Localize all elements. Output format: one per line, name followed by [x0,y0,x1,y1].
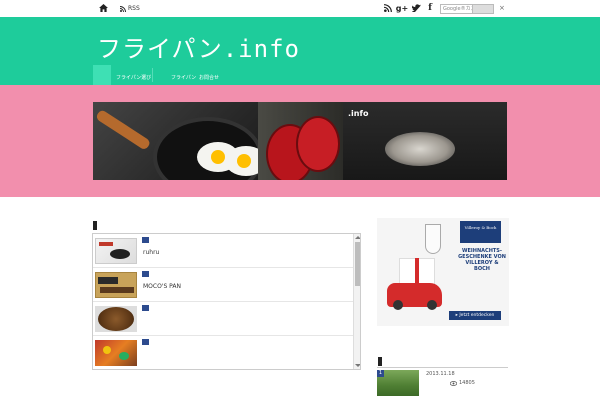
article-title[interactable]: MOCO'S PAN [143,283,181,290]
category-badge [142,237,149,243]
ranking-views: 14805 [450,380,475,386]
top-bar: RSS g+ f Google®カスタ × [0,0,600,17]
list-item[interactable] [93,336,353,369]
nav-item-3[interactable]: お問合せ [199,74,219,82]
search-button[interactable] [472,4,494,14]
car-wheel [393,300,403,310]
list-item[interactable]: MOCO'S PAN [93,268,353,302]
eye-icon [450,380,457,386]
section-marker [93,221,97,230]
rss-icon [120,5,126,12]
advertisement[interactable]: Villeroy & Boch WEIHNACHTS-GESCHENKE VON… [377,218,509,326]
ranking-date: 2013.11.18 [426,371,455,377]
site-header: フライパン.info フライパン選び フライパン お問合せ [0,17,600,85]
twitter-icon[interactable] [411,3,421,13]
category-badge [142,339,149,345]
home-icon[interactable] [99,4,108,12]
ad-cta-button[interactable]: ▸ Jetzt entdecken [449,311,501,320]
rss-feed-icon[interactable] [383,3,393,13]
red-pans-photo [258,102,343,180]
frying-pan-photo [93,102,267,180]
article-thumbnail[interactable] [95,272,137,298]
car-wheel [427,300,437,310]
wine-glass-image [425,224,441,254]
facebook-icon[interactable]: f [425,3,435,13]
scroll-up-icon[interactable] [355,236,360,239]
scroll-down-icon[interactable] [355,364,360,367]
rank-number: 1 [377,370,384,377]
views-count: 14805 [459,380,475,386]
close-icon[interactable]: × [499,4,505,12]
ad-brand-logo: Villeroy & Boch [460,221,501,243]
scrollbar-thumb[interactable] [355,242,360,286]
rss-label: RSS [128,5,140,12]
scrollbar[interactable] [353,234,360,369]
article-title[interactable]: ruhru [143,249,159,256]
article-thumbnail[interactable] [95,306,137,332]
list-item[interactable]: ruhru [93,234,353,268]
rss-link[interactable]: RSS [120,4,140,13]
category-badge [142,305,149,311]
ad-headline: WEIHNACHTS-GESCHENKE VON VILLEROY & BOCH [458,248,506,272]
category-badge [142,271,149,277]
site-title[interactable]: フライパン.info [97,29,300,64]
google-plus-icon[interactable]: g+ [396,3,408,13]
nav-item-2[interactable]: フライパン [171,74,196,82]
gift-ribbon [415,258,419,286]
article-list[interactable]: ruhru MOCO'S PAN [92,233,361,370]
article-thumbnail[interactable] [95,238,137,264]
hero-banner[interactable]: .info [93,102,507,180]
list-item[interactable] [93,302,353,336]
nav-home-tab[interactable] [93,65,111,85]
article-thumbnail[interactable] [95,340,137,366]
banner-band: .info [0,85,600,197]
nav-divider [152,68,153,82]
section-marker [378,357,382,366]
banner-label: .info [348,109,369,118]
divider [377,367,508,368]
nav-item-1[interactable]: フライパン選び [116,74,151,82]
